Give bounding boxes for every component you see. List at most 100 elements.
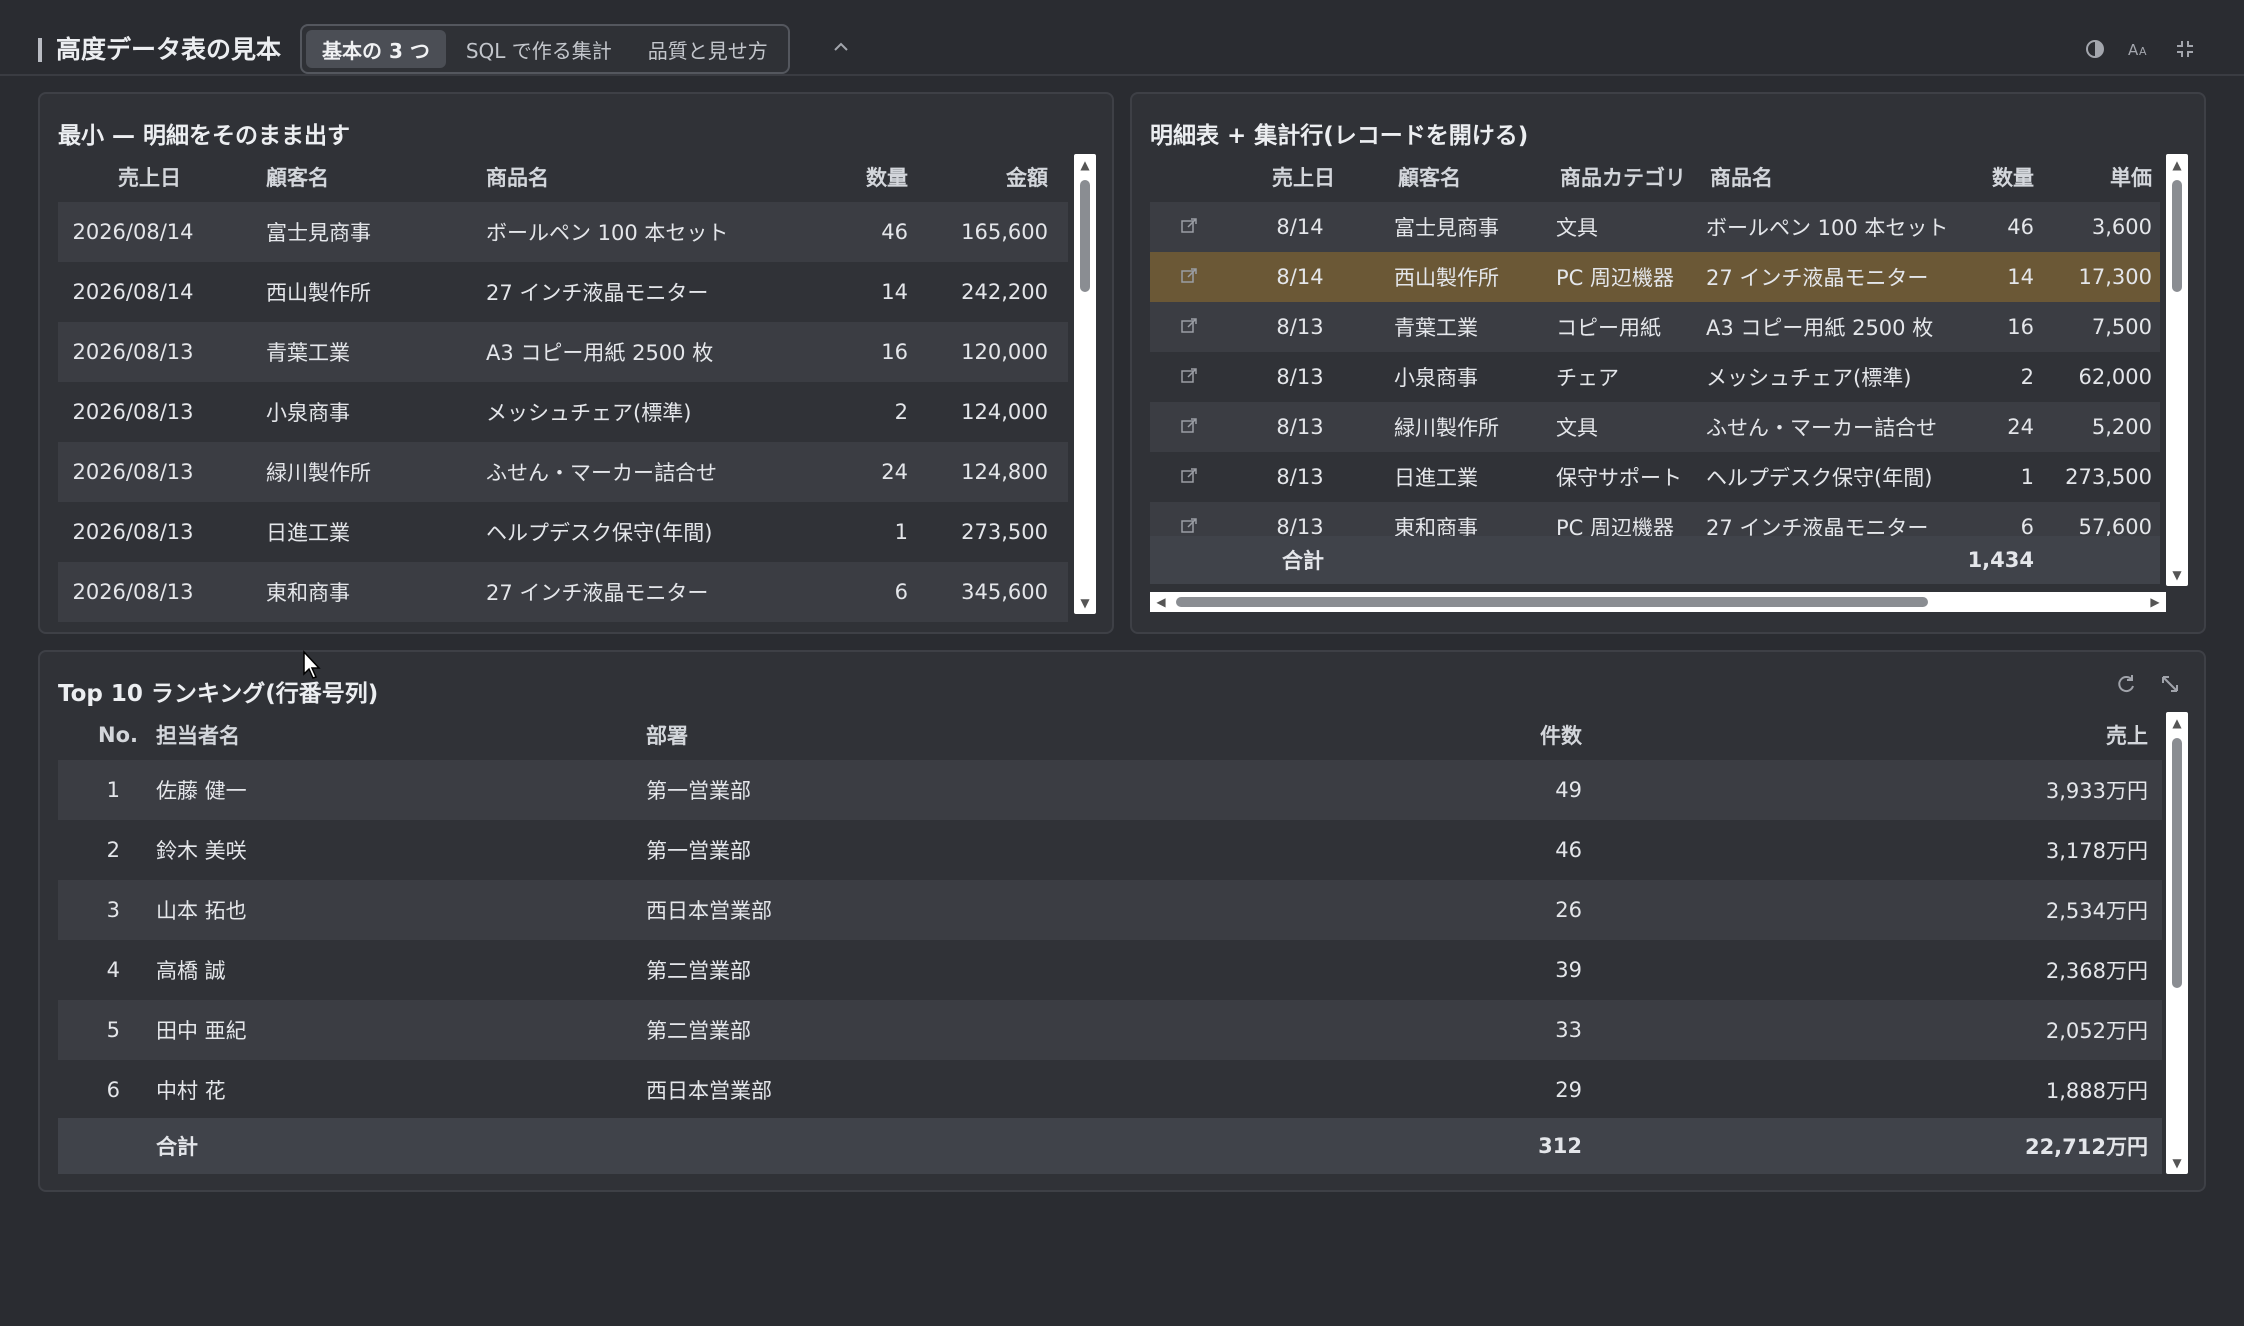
cell-sales: 3,933万円 (2045, 779, 2148, 803)
cell-department: 第一営業部 (646, 839, 751, 863)
cell-date: 2026/08/13 (72, 460, 194, 484)
cell-customer: 青葉工業 (266, 341, 350, 365)
cell-count: 39 (1555, 958, 1582, 982)
table-row[interactable]: 2026/08/13 東和商事 27 インチ液晶モニター 6 345,600 (58, 562, 1068, 622)
col-header-product[interactable]: 商品名 (486, 162, 549, 192)
table-row[interactable]: 5 田中 亜紀 第二営業部 33 2,052万円 (58, 1000, 2162, 1060)
cell-customer: 富士見商事 (1394, 216, 1499, 240)
col-header-rep-name[interactable]: 担当者名 (156, 720, 240, 750)
tab-group: 基本の 3 つ SQL で作る集計 品質と見せ方 (300, 24, 790, 74)
cell-rep-name: 佐藤 健一 (156, 779, 247, 803)
cell-department: 西日本営業部 (646, 1079, 772, 1103)
open-record-icon[interactable] (1180, 466, 1202, 488)
cell-sales: 2,052万円 (2045, 1019, 2148, 1043)
chevron-up-icon[interactable] (826, 32, 856, 62)
cell-rep-name: 田中 亜紀 (156, 1019, 247, 1043)
cell-category: コピー用紙 (1556, 316, 1661, 340)
cell-customer: 小泉商事 (266, 401, 350, 425)
table-row[interactable]: 3 山本 拓也 西日本営業部 26 2,534万円 (58, 880, 2162, 940)
table-row[interactable]: 8/13 緑川製作所 文具 ふせん・マーカー詰合せ 24 5,200 (1150, 402, 2160, 452)
col-header-department[interactable]: 部署 (646, 720, 688, 750)
table-row[interactable]: 2026/08/14 富士見商事 ボールペン 100 本セット 46 165,600 (58, 202, 1068, 262)
minimize-icon[interactable] (2170, 34, 2200, 64)
vertical-scrollbar[interactable]: ▲ ▼ (2166, 712, 2188, 1174)
col-header-count[interactable]: 件数 (1478, 720, 1582, 750)
total-label: 合計 (1282, 549, 1324, 573)
col-header-qty[interactable]: 数量 (818, 162, 908, 192)
table-header-row: No. 担当者名 部署 件数 売上 (58, 710, 2162, 760)
panel-minimal-detail: 最小 — 明細をそのまま出す 売上日 顧客名 商品名 数量 金額 2026/08… (38, 92, 1114, 634)
vertical-scrollbar[interactable]: ▲ ▼ (2166, 154, 2188, 586)
cell-customer: 日進工業 (266, 521, 350, 545)
cell-product: メッシュチェア(標準) (486, 401, 692, 425)
table-row[interactable]: 8/13 日進工業 保守サポート ヘルプデスク保守(年間) 1 273,500 (1150, 452, 2160, 502)
cell-amount: 124,000 (961, 400, 1048, 424)
total-count: 312 (1538, 1134, 1582, 1158)
font-size-icon[interactable]: AA (2124, 34, 2154, 64)
table-row[interactable]: 2026/08/13 日進工業 ヘルプデスク保守(年間) 1 273,500 (58, 502, 1068, 562)
tab-basic-three[interactable]: 基本の 3 つ (306, 30, 446, 68)
mouse-cursor-icon (302, 650, 322, 680)
table-row[interactable]: 4 高橋 誠 第二営業部 39 2,368万円 (58, 940, 2162, 1000)
table-row[interactable]: 8/14 富士見商事 文具 ボールペン 100 本セット 46 3,600 (1150, 202, 2160, 252)
table-row[interactable]: 2026/08/14 西山製作所 27 インチ液晶モニター 14 242,200 (58, 262, 1068, 322)
cell-category: 保守サポート (1556, 466, 1682, 490)
open-record-icon[interactable] (1180, 216, 1202, 238)
cell-count: 26 (1555, 898, 1582, 922)
cell-unit-price: 3,600 (2091, 215, 2152, 239)
col-header-customer[interactable]: 顧客名 (1398, 162, 1461, 192)
col-header-sales[interactable]: 売上 (1958, 720, 2148, 750)
col-header-product[interactable]: 商品名 (1710, 162, 1773, 192)
cell-no: 6 (106, 1078, 120, 1102)
tab-sql-aggregate[interactable]: SQL で作る集計 (450, 30, 628, 68)
open-record-icon[interactable] (1180, 366, 1202, 388)
cell-qty: 2 (894, 400, 908, 424)
cell-product: ヘルプデスク保守(年間) (1706, 466, 1933, 490)
col-header-no[interactable]: No. (58, 723, 138, 747)
table-row[interactable]: 2 鈴木 美咲 第一営業部 46 3,178万円 (58, 820, 2162, 880)
refresh-icon[interactable] (2112, 670, 2140, 698)
cell-date: 8/13 (1276, 365, 1324, 389)
col-header-qty[interactable]: 数量 (1950, 162, 2034, 192)
col-header-amount[interactable]: 金額 (938, 162, 1048, 192)
open-record-icon[interactable] (1180, 266, 1202, 288)
cell-date: 8/14 (1276, 215, 1324, 239)
open-record-icon[interactable] (1180, 516, 1202, 538)
cell-qty: 24 (2007, 415, 2034, 439)
open-record-icon[interactable] (1180, 316, 1202, 338)
table-row[interactable]: 8/13 小泉商事 チェア メッシュチェア(標準) 2 62,000 (1150, 352, 2160, 402)
cell-qty: 24 (881, 460, 908, 484)
cell-qty: 1 (2020, 465, 2034, 489)
open-record-icon[interactable] (1180, 416, 1202, 438)
table-row[interactable]: 1 佐藤 健一 第一営業部 49 3,933万円 (58, 760, 2162, 820)
expand-icon[interactable] (2156, 670, 2184, 698)
table-header-row: 売上日 顧客名 商品名 数量 金額 (58, 152, 1068, 202)
tab-quality-display[interactable]: 品質と見せ方 (632, 30, 784, 68)
table-row[interactable]: 6 中村 花 西日本営業部 29 1,888万円 (58, 1060, 2162, 1120)
col-header-date[interactable]: 売上日 (1272, 162, 1335, 192)
cell-unit-price: 5,200 (2091, 415, 2152, 439)
table-row[interactable]: 8/13 青葉工業 コピー用紙 A3 コピー用紙 2500 枚 16 7,500 (1150, 302, 2160, 352)
cell-unit-price: 7,500 (2091, 315, 2152, 339)
table-row[interactable]: 8/14 西山製作所 PC 周辺機器 27 インチ液晶モニター 14 17,300 (1150, 252, 2160, 302)
cell-no: 2 (106, 838, 120, 862)
table-row[interactable]: 2026/08/13 小泉商事 メッシュチェア(標準) 2 124,000 (58, 382, 1068, 442)
col-header-unit-price[interactable]: 単価 (2050, 162, 2152, 192)
cell-customer: 小泉商事 (1394, 366, 1478, 390)
cell-qty: 46 (881, 220, 908, 244)
table-row[interactable]: 2026/08/13 緑川製作所 ふせん・マーカー詰合せ 24 124,800 (58, 442, 1068, 502)
col-header-category[interactable]: 商品カテゴリ (1560, 162, 1686, 192)
cell-product: ヘルプデスク保守(年間) (486, 521, 713, 545)
col-header-customer[interactable]: 顧客名 (266, 162, 329, 192)
panel-detail-with-total: 明細表 + 集計行(レコードを開ける) 売上日 顧客名 商品カテゴリ 商品名 数… (1130, 92, 2206, 634)
table-row[interactable]: 2026/08/13 青葉工業 A3 コピー用紙 2500 枚 16 120,000 (58, 322, 1068, 382)
total-label: 合計 (156, 1135, 198, 1159)
contrast-icon[interactable] (2080, 34, 2110, 64)
horizontal-scrollbar[interactable]: ◀ ▶ (1150, 592, 2166, 612)
cell-date: 8/14 (1276, 265, 1324, 289)
vertical-scrollbar[interactable]: ▲ ▼ (1074, 154, 1096, 614)
cell-date: 2026/08/13 (72, 400, 194, 424)
cell-amount: 124,800 (961, 460, 1048, 484)
cell-product: ボールペン 100 本セット (1706, 216, 1949, 240)
col-header-date[interactable]: 売上日 (118, 162, 181, 192)
